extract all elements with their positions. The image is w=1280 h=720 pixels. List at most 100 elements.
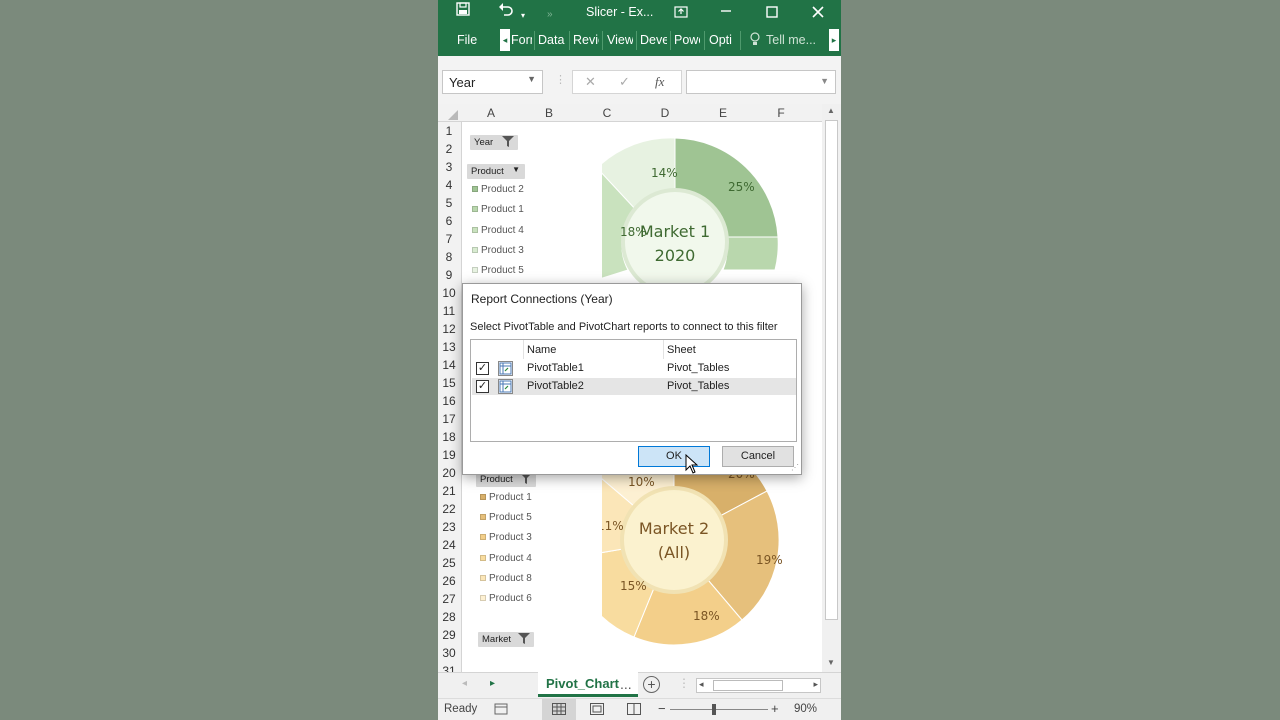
scroll-thumb[interactable] [825,120,838,620]
tab-developer[interactable]: Deve [640,33,667,47]
cancel-icon[interactable]: ✕ [585,74,596,90]
row-header[interactable]: 4 [438,178,460,192]
row-header[interactable]: 11 [438,304,460,318]
legend-item: Product 5 [480,512,532,523]
insert-function-icon[interactable]: fx [655,74,664,90]
market-filter-button[interactable]: Market [478,632,534,647]
row-header[interactable]: 9 [438,268,460,282]
undo-dropdown-icon[interactable]: ▾ [521,6,525,26]
zoom-in-button[interactable]: + [771,701,779,716]
row-header[interactable]: 17 [438,412,460,426]
row-header[interactable]: 22 [438,502,460,516]
row-header[interactable]: 29 [438,628,460,642]
scroll-down-icon[interactable]: ▼ [827,658,835,667]
maximize-icon[interactable] [766,4,778,24]
column-header-a[interactable]: A [462,106,520,120]
save-icon[interactable] [456,2,470,22]
row-header[interactable]: 20 [438,466,460,480]
name-box[interactable]: Year ▼ [442,70,543,94]
column-header-f[interactable]: F [752,106,810,120]
zoom-slider-handle[interactable] [712,704,716,715]
chevron-down-icon[interactable]: ▼ [527,74,536,84]
tab-file[interactable]: File [457,33,477,47]
product-filter-button[interactable]: Product ▼ [467,164,525,179]
year-filter-button[interactable]: Year [470,135,518,150]
row-header[interactable]: 7 [438,232,460,246]
column-header-d[interactable]: D [636,106,694,120]
scroll-thumb[interactable] [713,680,783,691]
page-layout-view-icon[interactable] [590,703,604,718]
tab-form[interactable]: Form [511,33,532,47]
row-header[interactable]: 23 [438,520,460,534]
tab-power[interactable]: Powe [674,33,700,47]
market1-donut-chart[interactable]: 25% 18% 14% Market 1 2020 [602,130,832,290]
scroll-left-icon[interactable]: ◂ [699,679,704,690]
tab-review[interactable]: Revie [573,33,599,47]
row-header[interactable]: 30 [438,646,460,660]
tab-options[interactable]: Opti [709,33,736,47]
connections-list[interactable]: Name Sheet ✓ PivotTable1 Pivot_Tables ✓ … [470,339,797,442]
scroll-right-icon[interactable]: ▸ [813,679,818,690]
tab-view[interactable]: View [607,33,633,47]
column-header-sheet[interactable]: Sheet [667,344,696,356]
zoom-out-button[interactable]: − [658,701,666,716]
row-header[interactable]: 27 [438,592,460,606]
tell-me-search[interactable]: Tell me... [766,33,816,47]
row-header[interactable]: 10 [438,286,460,300]
minimize-icon[interactable] [720,1,732,23]
column-header-name[interactable]: Name [527,344,556,356]
zoom-slider[interactable] [670,709,768,710]
formula-input[interactable]: ▼ [686,70,836,94]
row-header[interactable]: 13 [438,340,460,354]
sheet-nav-next-icon[interactable]: ▸ [490,678,495,689]
row-header[interactable]: 18 [438,430,460,444]
row-header[interactable]: 21 [438,484,460,498]
close-icon[interactable] [812,4,824,24]
table-row[interactable]: ✓ PivotTable1 Pivot_Tables [472,360,796,377]
undo-icon[interactable] [498,2,514,22]
zoom-level[interactable]: 90% [794,703,817,715]
cancel-button[interactable]: Cancel [722,446,794,467]
page-break-view-icon[interactable] [627,703,641,718]
vertical-scrollbar[interactable]: ▲ ▼ [822,104,841,672]
expand-formula-icon[interactable]: ▼ [820,76,829,86]
connection-checkbox[interactable]: ✓ [476,380,489,393]
column-header-e[interactable]: E [694,106,752,120]
row-header[interactable]: 25 [438,556,460,570]
macro-record-icon[interactable] [494,703,508,718]
row-header[interactable]: 8 [438,250,460,264]
row-header[interactable]: 12 [438,322,460,336]
row-header[interactable]: 28 [438,610,460,624]
row-header[interactable]: 5 [438,196,460,210]
ribbon-scroll-left-icon[interactable]: ◂ [500,29,510,51]
resize-grip-icon[interactable]: ⋰ [791,463,799,472]
row-header[interactable]: 15 [438,376,460,390]
tab-data[interactable]: Data [538,33,566,47]
add-sheet-button[interactable]: + [643,676,660,693]
column-header-b[interactable]: B [520,106,578,120]
ribbon-scroll-right-icon[interactable]: ▸ [829,29,839,51]
sheet-nav-prev-icon[interactable]: ◂ [462,678,467,689]
row-header[interactable]: 24 [438,538,460,552]
normal-view-button[interactable] [542,699,576,720]
row-header[interactable]: 26 [438,574,460,588]
filter-icon [502,135,514,150]
scroll-up-icon[interactable]: ▲ [827,106,835,115]
row-header[interactable]: 16 [438,394,460,408]
row-header[interactable]: 2 [438,142,460,156]
row-header[interactable]: 19 [438,448,460,462]
row-header[interactable]: 6 [438,214,460,228]
table-row[interactable]: ✓ PivotTable2 Pivot_Tables [472,378,796,395]
column-header-c[interactable]: C [578,106,636,120]
restore-ribbon-icon[interactable] [674,4,688,24]
row-header[interactable]: 1 [438,124,460,138]
ok-button[interactable]: OK [638,446,710,467]
connection-checkbox[interactable]: ✓ [476,362,489,375]
row-header[interactable]: 14 [438,358,460,372]
row-header[interactable]: 3 [438,160,460,174]
market2-donut-chart[interactable]: 20% 19% 18% 15% 11% 10% Market 2 (All) [602,468,832,648]
enter-icon[interactable]: ✓ [619,74,630,90]
horizontal-scrollbar[interactable]: ◂ ▸ [696,678,821,693]
more-sheets-button[interactable]: ... [620,676,632,692]
select-all-icon[interactable] [448,110,458,120]
